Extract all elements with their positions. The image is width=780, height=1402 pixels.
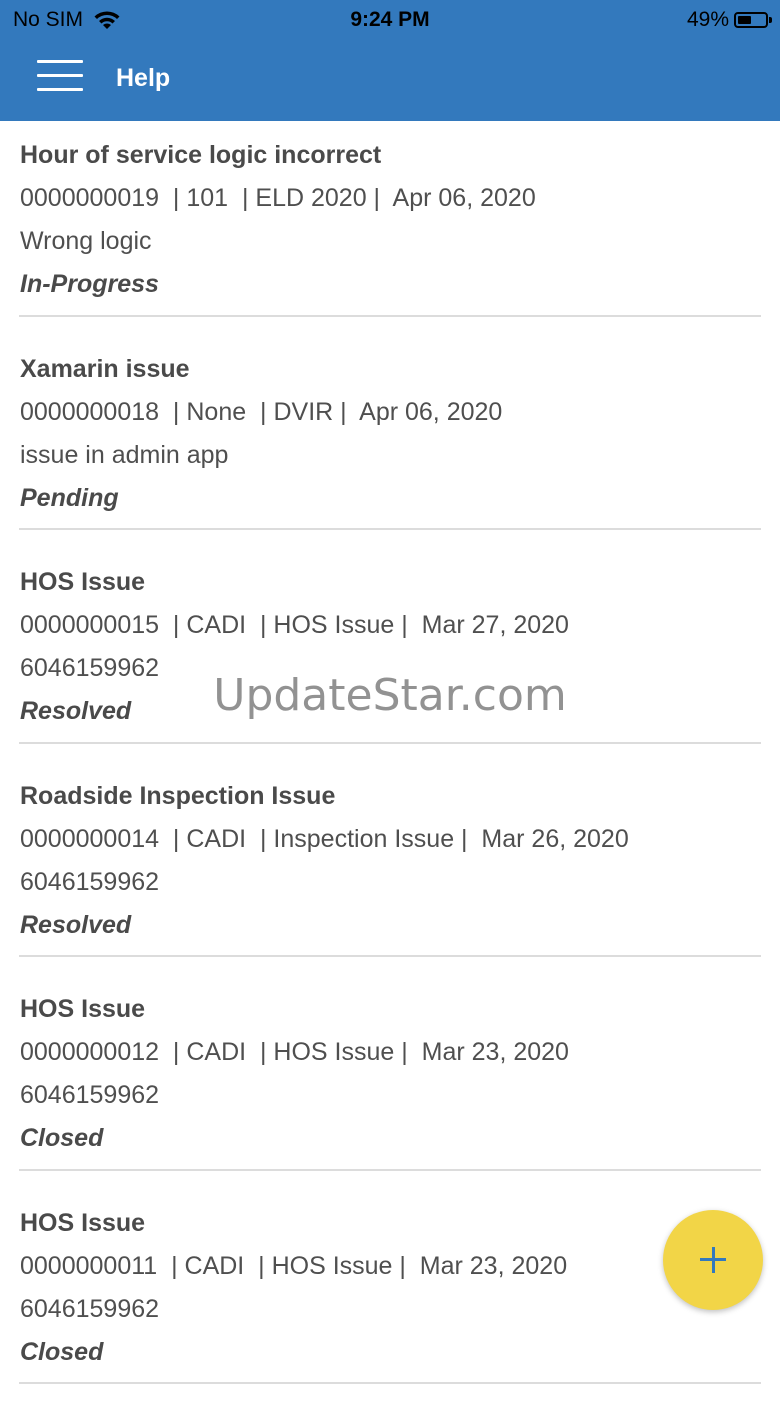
ticket-description: Wrong logic: [20, 227, 152, 256]
status-bar: No SIM 9:24 PM 49%: [0, 0, 780, 40]
status-time: 9:24 PM: [0, 8, 780, 32]
ticket-item[interactable]: HOS Issue 0000000015 | CADI | HOS Issue …: [0, 548, 780, 762]
divider: [19, 742, 761, 744]
ticket-description: 6046159962: [20, 1295, 159, 1324]
ticket-description: 6046159962: [20, 868, 159, 897]
ticket-item[interactable]: Xamarin issue 0000000018 | None | DVIR |…: [0, 335, 780, 549]
ticket-status: In-Progress: [20, 270, 159, 299]
ticket-status: Closed: [20, 1338, 103, 1367]
hamburger-menu-icon[interactable]: [37, 60, 83, 94]
ticket-meta: 0000000012 | CADI | HOS Issue | Mar 23, …: [20, 1038, 569, 1067]
ticket-item[interactable]: HOS Issue 0000000011 | CADI | HOS Issue …: [0, 1189, 780, 1402]
ticket-description: issue in admin app: [20, 441, 228, 470]
ticket-item[interactable]: Hour of service logic incorrect 00000000…: [0, 121, 780, 335]
nav-bar: Help: [0, 44, 780, 114]
page-title: Help: [116, 64, 170, 93]
ticket-title: Roadside Inspection Issue: [20, 782, 335, 811]
divider: [19, 315, 761, 317]
ticket-meta: 0000000018 | None | DVIR | Apr 06, 2020: [20, 398, 502, 427]
battery-level-fill: [738, 16, 751, 24]
ticket-title: HOS Issue: [20, 1209, 145, 1238]
status-right: 49%: [687, 8, 768, 32]
ticket-meta: 0000000011 | CADI | HOS Issue | Mar 23, …: [20, 1252, 567, 1281]
ticket-status: Pending: [20, 484, 119, 513]
ticket-description: 6046159962: [20, 1081, 159, 1110]
ticket-status: Resolved: [20, 911, 131, 940]
divider: [19, 1382, 761, 1384]
ticket-description: 6046159962: [20, 654, 159, 683]
ticket-item[interactable]: HOS Issue 0000000012 | CADI | HOS Issue …: [0, 975, 780, 1189]
ticket-title: HOS Issue: [20, 568, 145, 597]
ticket-title: Xamarin issue: [20, 355, 190, 384]
ticket-meta: 0000000014 | CADI | Inspection Issue | M…: [20, 825, 629, 854]
ticket-status: Resolved: [20, 697, 131, 726]
battery-percent: 49%: [687, 8, 729, 32]
ticket-title: Hour of service logic incorrect: [20, 141, 381, 170]
ticket-meta: 0000000019 | 101 | ELD 2020 | Apr 06, 20…: [20, 184, 536, 213]
divider: [19, 528, 761, 530]
ticket-status: Closed: [20, 1124, 103, 1153]
divider: [19, 1169, 761, 1171]
ticket-title: HOS Issue: [20, 995, 145, 1024]
add-ticket-button[interactable]: [663, 1210, 763, 1310]
app-header: No SIM 9:24 PM 49% Help: [0, 0, 780, 121]
battery-icon: [734, 12, 768, 28]
ticket-item[interactable]: Roadside Inspection Issue 0000000014 | C…: [0, 762, 780, 976]
ticket-meta: 0000000015 | CADI | HOS Issue | Mar 27, …: [20, 611, 569, 640]
ticket-list: Hour of service logic incorrect 00000000…: [0, 121, 780, 1402]
divider: [19, 955, 761, 957]
